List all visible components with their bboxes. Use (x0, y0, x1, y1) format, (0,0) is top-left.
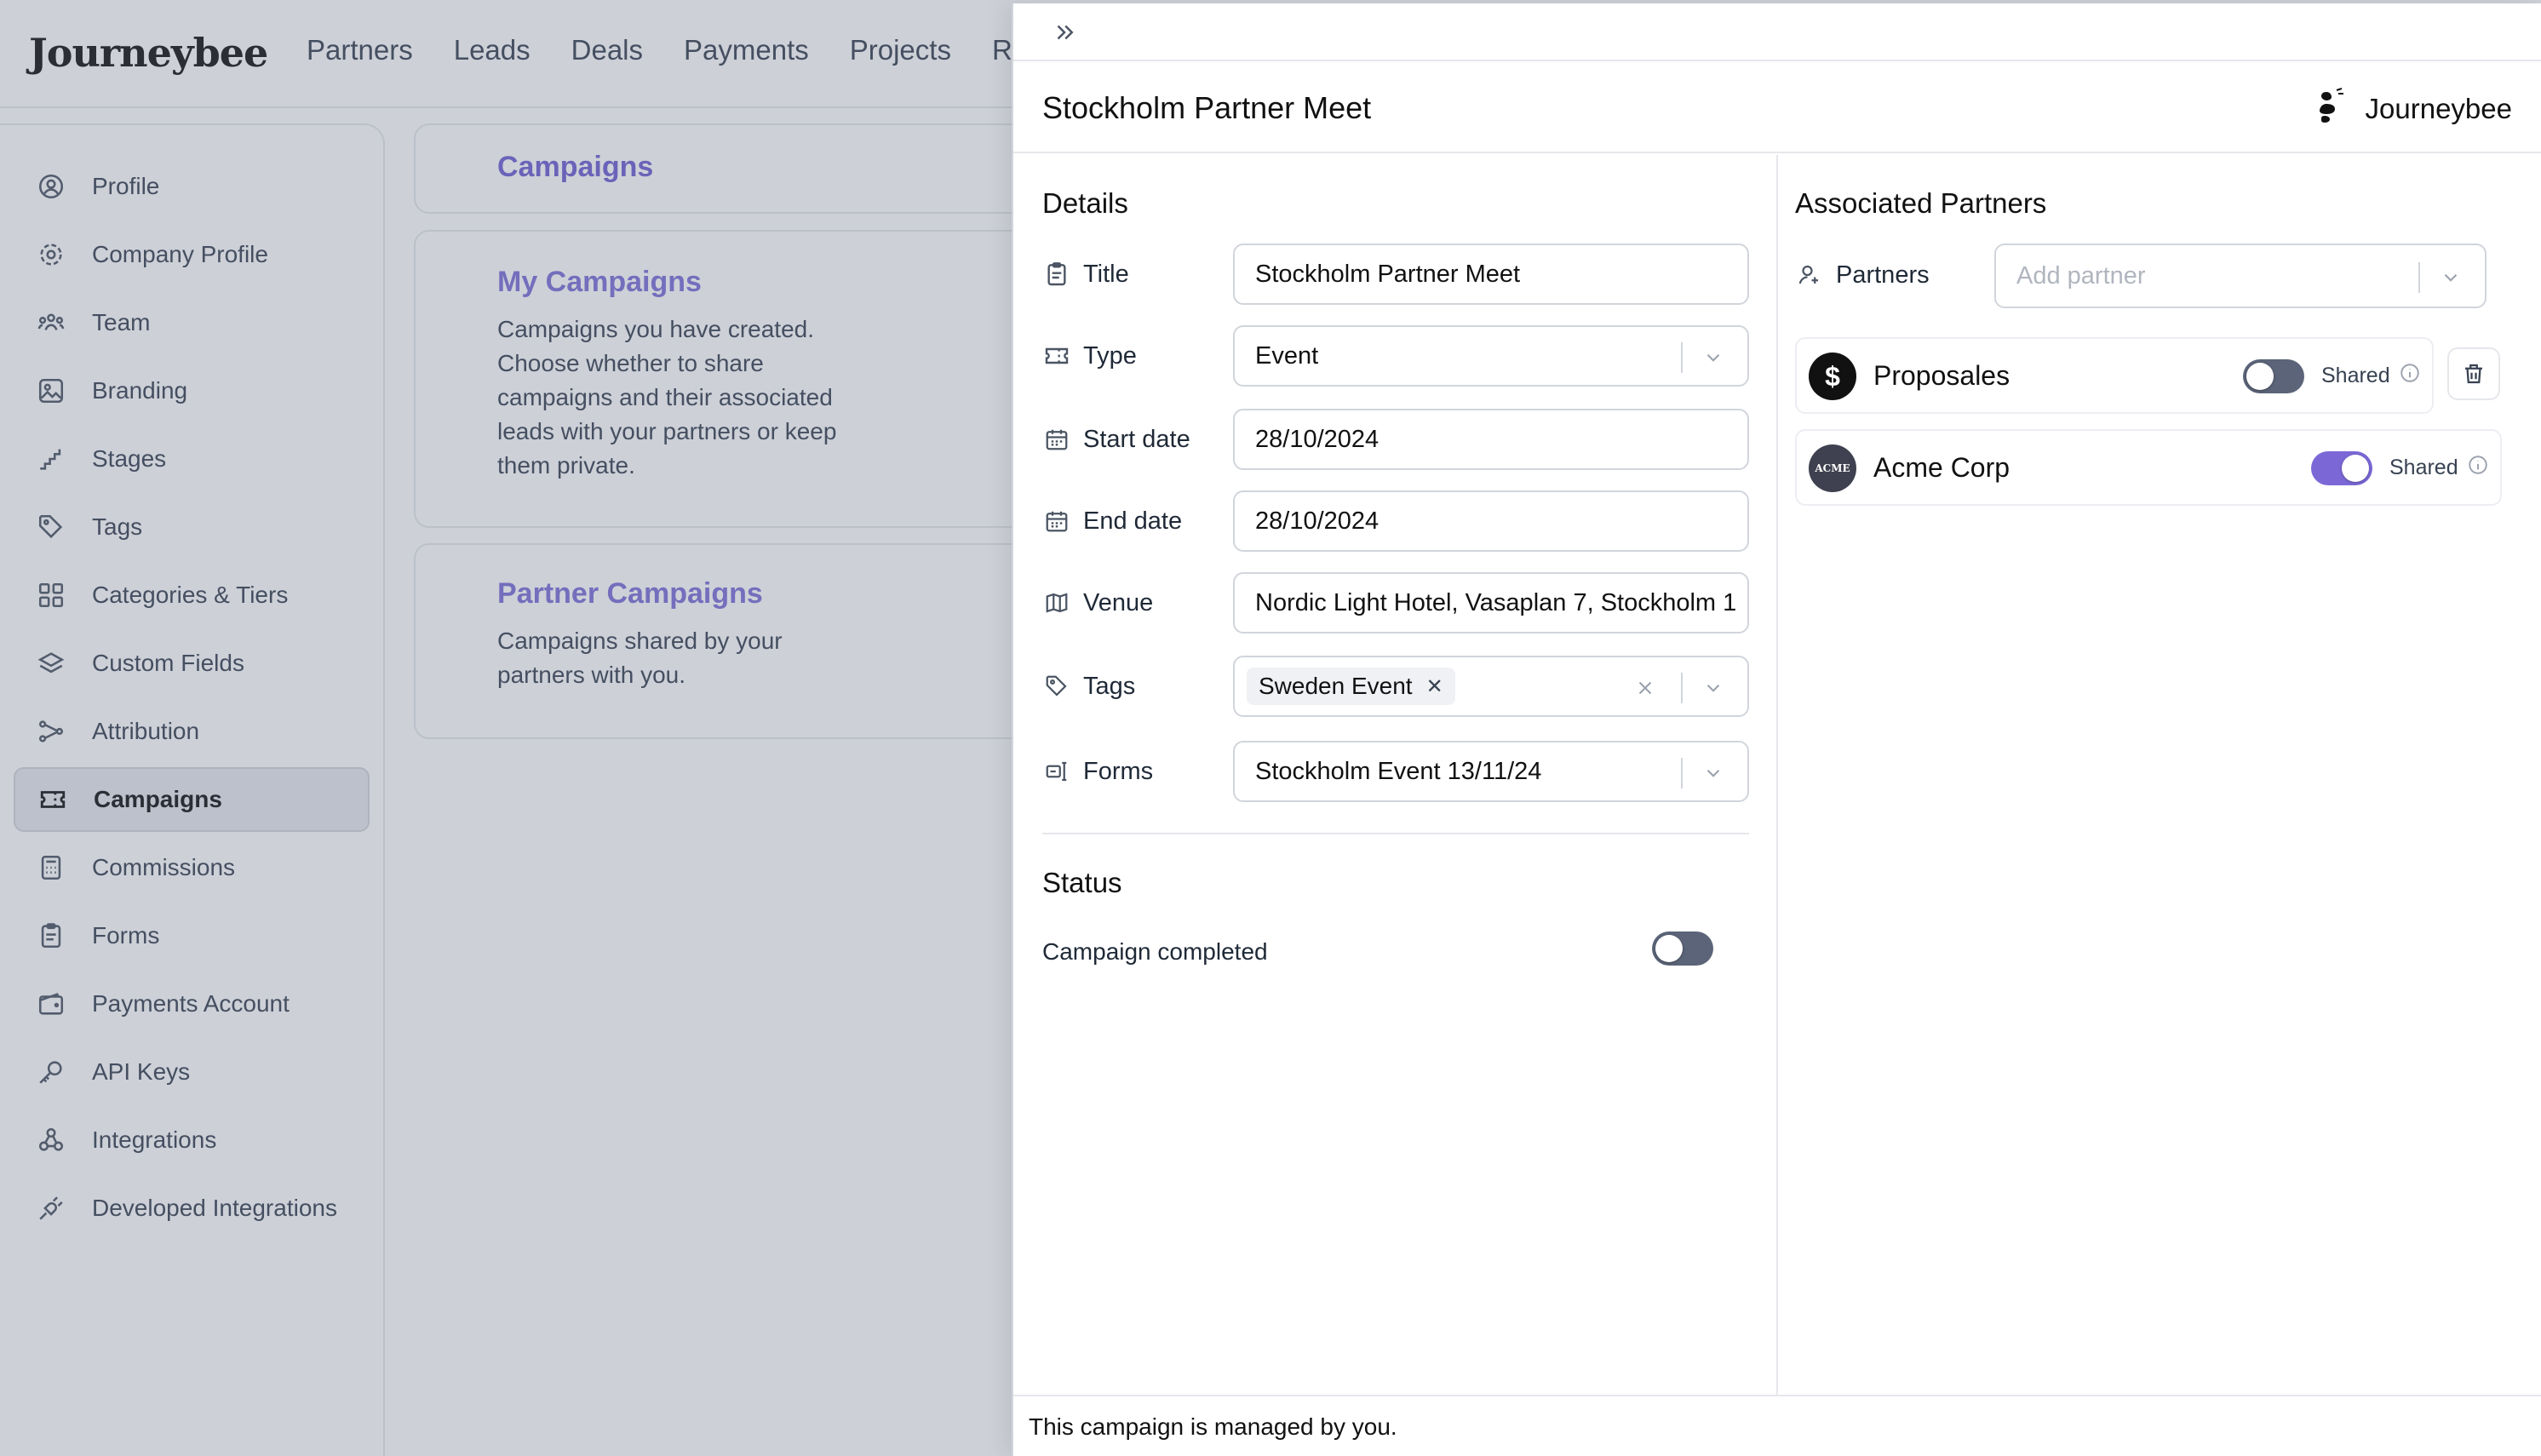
toggle-knob (1655, 935, 1683, 962)
type-select[interactable]: Event (1233, 325, 1749, 387)
tags-icon (1042, 672, 1071, 701)
tags-label-text: Tags (1083, 672, 1136, 700)
status-section-title: Status (1042, 867, 1122, 898)
partners-label: Partners (1795, 244, 1930, 307)
forms-label: Forms (1042, 741, 1153, 802)
tags-label: Tags (1042, 656, 1135, 717)
chevron-down-icon[interactable] (2435, 262, 2466, 293)
brand-name: Journeybee (2365, 93, 2512, 124)
section-divider (1042, 833, 1749, 834)
chevron-down-icon[interactable] (1698, 758, 1729, 788)
shared-label: Shared (2389, 455, 2458, 479)
title-input[interactable]: Stockholm Partner Meet (1233, 244, 1749, 305)
forms-selected-value: Stockholm Event 13/11/24 (1255, 757, 1542, 785)
trash-icon (2465, 364, 2482, 384)
partner-row-proposales: $ Proposales Shared (1795, 337, 2434, 414)
chevron-down-icon[interactable] (1698, 673, 1729, 703)
campaign-completed-toggle[interactable] (1652, 931, 1713, 966)
title-field-row: Title Stockholm Partner Meet (1042, 244, 1749, 305)
add-partner-placeholder: Add partner (2016, 261, 2146, 289)
select-divider (1681, 758, 1683, 788)
map-icon (1042, 588, 1071, 617)
collapse-drawer-button[interactable] (1047, 15, 1081, 49)
associated-partners-title: Associated Partners (1795, 187, 2047, 219)
end-date-field-row: End date 28/10/2024 (1042, 490, 1749, 552)
start-date-label-text: Start date (1083, 425, 1190, 453)
start-date-field-row: Start date 28/10/2024 (1042, 409, 1749, 470)
journeybee-bee-icon (2316, 87, 2350, 131)
venue-field-row: Venue Nordic Light Hotel, Vasaplan 7, St… (1042, 572, 1749, 633)
partner-row-acme-corp: ACME Acme Corp Shared (1795, 429, 2502, 506)
campaign-drawer: Stockholm Partner Meet Journeybee Detail… (1012, 3, 2541, 1456)
shared-label-group: Shared (2321, 339, 2421, 412)
managed-by-note: This campaign is managed by you. (1029, 1413, 1397, 1440)
select-divider (1681, 342, 1683, 373)
clear-icon[interactable] (1630, 673, 1661, 703)
calendar-icon (1042, 507, 1071, 536)
type-label: Type (1042, 325, 1137, 387)
tag-chip: Sweden Event ✕ (1247, 668, 1455, 705)
select-divider (2418, 262, 2420, 293)
info-icon[interactable] (2399, 362, 2421, 390)
shared-toggle-acme-corp[interactable] (2311, 451, 2372, 485)
chevrons-right-icon (1057, 25, 1074, 40)
type-field-row: Type Event (1042, 325, 1749, 387)
venue-label: Venue (1042, 572, 1153, 633)
proposales-avatar: $ (1809, 353, 1856, 400)
start-date-input[interactable]: 28/10/2024 (1233, 409, 1749, 470)
toggle-knob (2342, 455, 2369, 482)
end-date-input[interactable]: 28/10/2024 (1233, 490, 1749, 552)
tag-chip-label: Sweden Event (1259, 673, 1413, 699)
tags-field-row: Tags Sweden Event ✕ (1042, 656, 1749, 717)
calendar-icon (1042, 425, 1071, 454)
drawer-footer: This campaign is managed by you. (1013, 1395, 2541, 1456)
title-label: Title (1042, 244, 1129, 305)
venue-input[interactable]: Nordic Light Hotel, Vasaplan 7, Stockhol… (1233, 572, 1749, 633)
forms-label-text: Forms (1083, 757, 1154, 785)
acme-corp-avatar: ACME (1809, 444, 1856, 492)
select-divider (1681, 673, 1683, 703)
user-add-icon (1795, 261, 1824, 289)
tags-multiselect[interactable]: Sweden Event ✕ (1233, 656, 1749, 717)
ticket-icon (1042, 341, 1071, 370)
forms-field-row: Forms Stockholm Event 13/11/24 (1042, 741, 1749, 802)
shared-toggle-proposales[interactable] (2243, 359, 2304, 393)
shared-label-group: Shared (2389, 431, 2489, 504)
drawer-header: Stockholm Partner Meet Journeybee (1013, 63, 2541, 153)
venue-label-text: Venue (1083, 588, 1154, 616)
campaign-completed-label: Campaign completed (1042, 938, 1268, 965)
type-label-text: Type (1083, 341, 1137, 370)
remove-partner-button[interactable] (2447, 347, 2500, 400)
type-selected-value: Event (1255, 341, 1319, 370)
shared-label: Shared (2321, 363, 2390, 387)
forms-select[interactable]: Stockholm Event 13/11/24 (1233, 741, 1749, 802)
partner-name: Proposales (1873, 359, 2010, 391)
add-partner-select[interactable]: Add partner (1994, 244, 2487, 308)
remove-tag-icon[interactable]: ✕ (1426, 674, 1443, 699)
partner-name: Acme Corp (1873, 451, 2010, 483)
partners-label-text: Partners (1836, 261, 1930, 289)
clipboard-icon (1042, 260, 1071, 289)
associated-partners-column: Associated Partners Partners Add partner… (1778, 155, 2541, 1398)
info-icon[interactable] (2467, 454, 2489, 482)
drawer-topbar (1013, 3, 2541, 61)
start-date-label: Start date (1042, 409, 1190, 470)
title-label-text: Title (1083, 260, 1129, 288)
details-column: Details Title Stockholm Partner Meet Typ… (1013, 155, 1778, 1398)
toggle-knob (2246, 363, 2274, 390)
details-section-title: Details (1042, 187, 1128, 219)
chevron-down-icon[interactable] (1698, 342, 1729, 373)
owner-brand: Journeybee (2316, 87, 2512, 131)
end-date-label: End date (1042, 490, 1182, 552)
drawer-title: Stockholm Partner Meet (1042, 90, 1372, 125)
end-date-label-text: End date (1083, 507, 1183, 535)
form-input-icon (1042, 757, 1071, 786)
